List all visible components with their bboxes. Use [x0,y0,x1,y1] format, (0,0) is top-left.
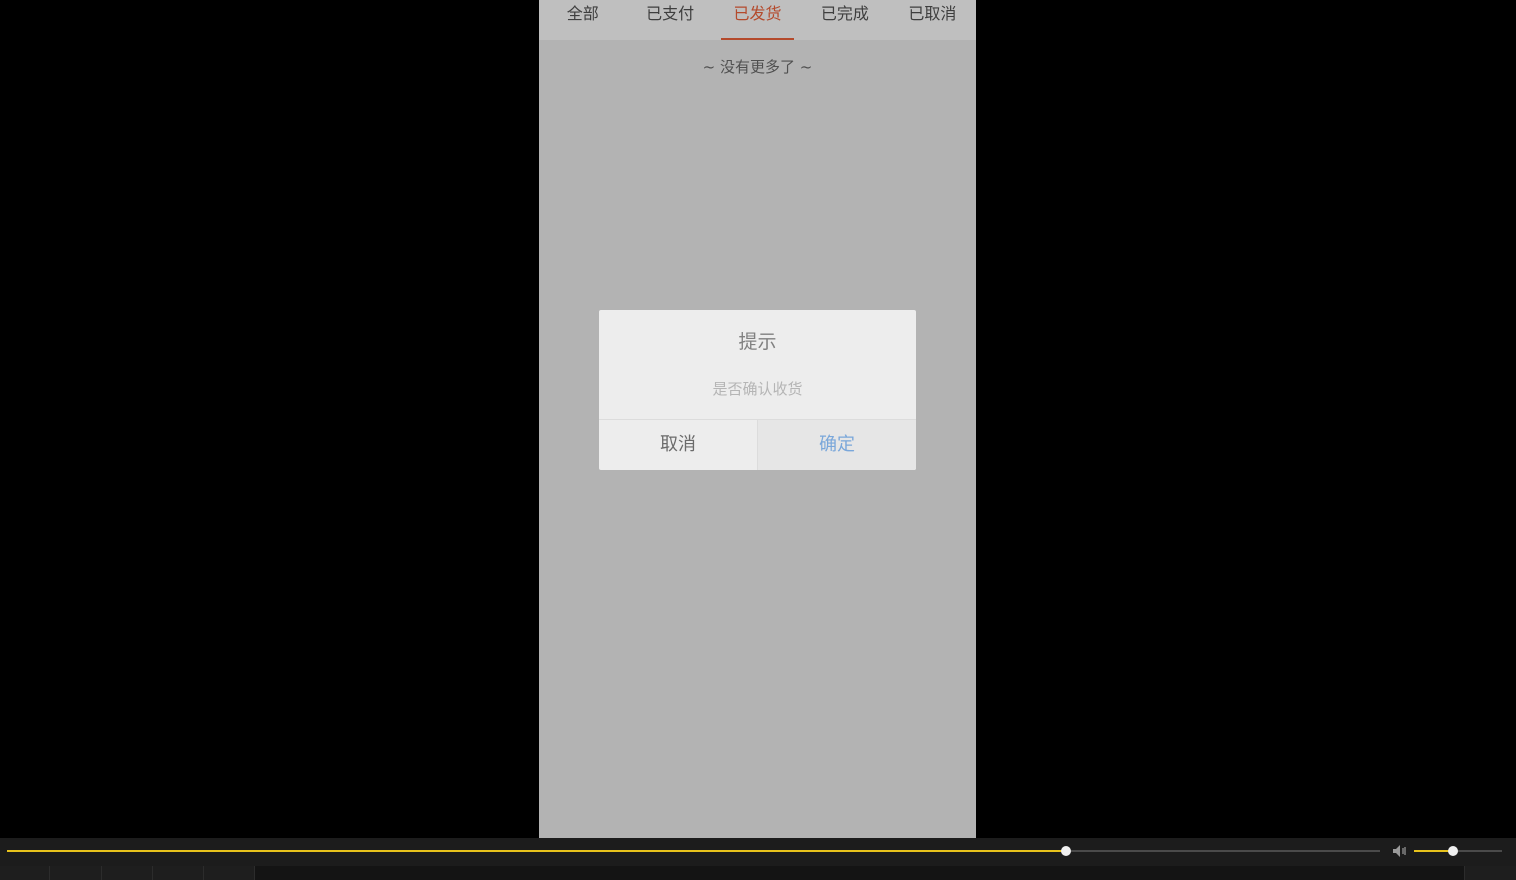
toolbar-slot-3[interactable] [102,866,153,880]
seek-progress-fill [7,850,1066,852]
confirm-receipt-dialog: 提示 是否确认收货 取消 确定 [599,310,916,470]
dialog-actions: 取消 确定 [599,419,916,470]
mobile-app-view: 全部 已支付 已发货 已完成 已取消 ~ 没有更多了 ~ 提示 是否确认收货 取… [539,0,976,838]
toolbar-spacer [255,866,1465,880]
tab-all[interactable]: 全部 [539,0,626,40]
bottom-toolbar [0,866,1516,880]
speaker-icon[interactable] [1392,844,1408,858]
order-status-tabs: 全部 已支付 已发货 已完成 已取消 [539,0,976,40]
no-more-text: ~ 没有更多了 ~ [702,58,813,76]
toolbar-slot-5[interactable] [204,866,255,880]
seek-bar[interactable] [7,846,1380,856]
toolbar-slot-4[interactable] [153,866,204,880]
tab-shipped[interactable]: 已发货 [714,0,801,40]
dialog-title: 提示 [738,331,777,353]
dialog-message: 是否确认收货 [712,380,803,398]
volume-thumb[interactable] [1447,846,1458,856]
toolbar-slot-end[interactable] [1465,866,1516,880]
seek-thumb[interactable] [1060,846,1071,856]
cancel-button[interactable]: 取消 [599,420,758,470]
volume-slider[interactable] [1414,846,1502,856]
toolbar-slot-1[interactable] [0,866,50,880]
tab-paid[interactable]: 已支付 [626,0,713,40]
confirm-button[interactable]: 确定 [758,420,916,470]
volume-fill [1414,850,1453,852]
player-controls [0,838,1516,866]
tab-cancelled[interactable]: 已取消 [889,0,976,40]
toolbar-slot-2[interactable] [50,866,102,880]
tab-completed[interactable]: 已完成 [801,0,888,40]
